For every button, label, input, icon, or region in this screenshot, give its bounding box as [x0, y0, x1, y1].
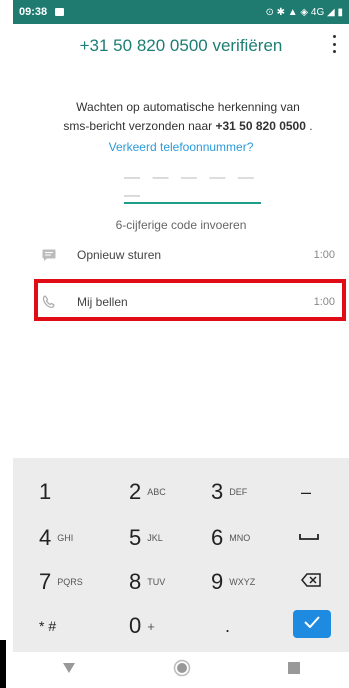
key-9[interactable]: 9 WXYZ: [211, 558, 295, 606]
check-icon: [304, 615, 320, 633]
key-4-num: 4: [39, 525, 52, 550]
more-vert-icon[interactable]: [331, 35, 337, 53]
page-title: +31 50 820 0500 verifiëren: [79, 36, 283, 55]
key-backspace[interactable]: [301, 558, 349, 606]
key-0-letters: +: [147, 618, 155, 634]
status-bar: 09:38 ⊙ ✱ ▲ ◈ 4G ◢ ▮: [13, 0, 349, 24]
notification-icon: [55, 8, 65, 16]
key-6[interactable]: 6 MNO: [211, 514, 295, 562]
desc-phone: +31 50 820 0500: [215, 119, 306, 133]
backspace-icon: [301, 572, 321, 592]
status-icons: ⊙ ✱ ▲ ◈ 4G ◢ ▮: [265, 6, 343, 18]
dot-label: .: [225, 615, 231, 636]
phone-screen: 09:38 ⊙ ✱ ▲ ◈ 4G ◢ ▮ +31 50 820 0500 ver…: [13, 0, 349, 688]
key-3-num: 3: [211, 479, 224, 504]
key-space[interactable]: [299, 514, 349, 562]
key-4-letters: GHI: [57, 533, 74, 543]
key-minus[interactable]: –: [301, 468, 349, 516]
resend-label: Opnieuw sturen: [77, 248, 162, 262]
key-3-letters: DEF: [229, 487, 248, 497]
desc-line2-suffix: .: [305, 119, 313, 133]
key-9-letters: WXYZ: [229, 577, 256, 587]
left-edge-bar: [0, 640, 6, 688]
key-6-num: 6: [211, 525, 224, 550]
desc-line2-prefix: sms-bericht verzonden naar: [63, 119, 216, 133]
status-time: 09:38: [19, 6, 48, 18]
key-4[interactable]: 4 GHI: [39, 514, 123, 562]
key-1[interactable]: 1: [39, 468, 123, 516]
ok-button[interactable]: [293, 610, 331, 638]
key-star-hash[interactable]: * #: [39, 602, 123, 650]
key-5[interactable]: 5 JKL: [129, 514, 213, 562]
code-hint: 6-cijferige code invoeren: [115, 218, 247, 232]
resend-sms-button[interactable]: Opnieuw sturen 1:00: [39, 243, 335, 267]
key-0-num: 0: [129, 613, 142, 638]
key-2-num: 2: [129, 479, 142, 504]
space-icon: [299, 529, 319, 547]
code-input[interactable]: — — — — — —: [124, 169, 261, 204]
wrong-number-link[interactable]: Verkeerd telefoonnummer?: [13, 140, 349, 154]
key-1-num: 1: [39, 479, 52, 504]
message-icon: [39, 246, 59, 264]
highlight-box: [34, 279, 346, 321]
home-icon[interactable]: [173, 659, 191, 682]
key-2[interactable]: 2 ABC: [129, 468, 213, 516]
key-7-num: 7: [39, 569, 52, 594]
key-8-letters: TUV: [147, 577, 166, 587]
key-8-num: 8: [129, 569, 142, 594]
desc-line1: Wachten op automatische herkenning van: [76, 100, 300, 114]
key-7[interactable]: 7 PQRS: [39, 558, 123, 606]
minus-label: –: [301, 481, 312, 502]
key-8[interactable]: 8 TUV: [129, 558, 213, 606]
key-5-letters: JKL: [147, 533, 163, 543]
key-5-num: 5: [129, 525, 142, 550]
desc-line2: sms-bericht verzonden naar +31 50 820 05…: [33, 117, 343, 136]
key-9-num: 9: [211, 569, 224, 594]
numeric-keypad: 1 2 ABC 3 DEF – 4 GHI 5 JKL 6 MNO 7 PQRS…: [13, 458, 349, 652]
key-0[interactable]: 0 +: [129, 602, 213, 650]
star-hash-label: * #: [39, 618, 57, 634]
app-bar: [13, 24, 349, 90]
key-2-letters: ABC: [147, 487, 166, 497]
key-6-letters: MNO: [229, 533, 251, 543]
navigation-bar: [13, 652, 349, 688]
key-3[interactable]: 3 DEF: [211, 468, 295, 516]
resend-timer: 1:00: [313, 249, 335, 261]
description: Wachten op automatische herkenning van s…: [33, 98, 343, 136]
back-icon[interactable]: [62, 661, 76, 679]
key-7-letters: PQRS: [57, 577, 83, 587]
recents-icon[interactable]: [288, 661, 301, 679]
